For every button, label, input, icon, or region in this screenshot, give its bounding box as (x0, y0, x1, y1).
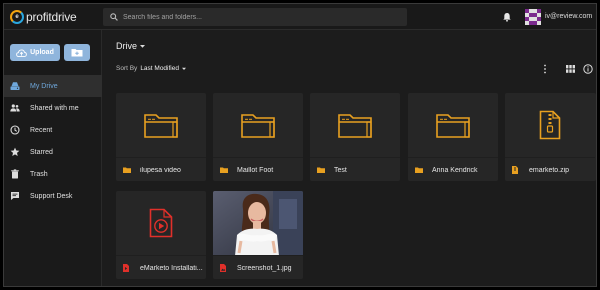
file-name: eMarketo Installati... (140, 264, 203, 272)
sort-prefix: Sort By (116, 65, 138, 72)
card-footer: emarketo.zip (505, 159, 595, 181)
folder-plus-icon (71, 49, 83, 57)
sidebar-item-my-drive[interactable]: My Drive (4, 75, 102, 97)
sidebar-item-label: Starred (30, 148, 53, 156)
more-options-button[interactable] (540, 64, 550, 74)
file-name: ilupesa video (140, 166, 181, 174)
search-bar[interactable] (103, 8, 407, 26)
info-button[interactable] (583, 64, 593, 74)
file-name: Screenshot_1.jpg (237, 264, 292, 272)
drive-icon (10, 81, 20, 91)
grid-view-icon (565, 65, 575, 73)
video-thumbnail (116, 191, 206, 256)
bell-icon[interactable] (502, 12, 512, 22)
sidebar-item-support-desk[interactable]: Support Desk (4, 185, 102, 207)
file-name: Test (334, 166, 347, 174)
zip-file-card[interactable]: emarketo.zip (505, 93, 596, 181)
folder-card[interactable]: Maillot Foot (213, 93, 303, 181)
logo-mark-letter: e (15, 14, 19, 20)
video-file-card[interactable]: eMarketo Installati... (116, 191, 206, 279)
info-icon (583, 64, 593, 74)
logo-mark: e (10, 10, 24, 24)
sidebar-item-starred[interactable]: Starred (4, 141, 102, 163)
search-icon (110, 13, 118, 21)
folder-card[interactable]: Anna Kendrick (408, 93, 498, 181)
sort-control[interactable]: Sort By Last Modified (116, 65, 187, 72)
folder-small-icon (220, 166, 228, 174)
new-folder-button[interactable] (64, 44, 90, 61)
logo-text-a: profit (26, 10, 52, 24)
sidebar-nav: My Drive Shared with me Recent Starred T… (4, 75, 102, 207)
card-footer: eMarketo Installati... (116, 257, 206, 279)
card-footer: Anna Kendrick (408, 159, 498, 181)
top-bar: e profitdrive iv@review.com (4, 4, 596, 30)
image-small-icon (220, 264, 228, 272)
folder-icon (338, 114, 372, 138)
folder-card[interactable]: ilupesa video (116, 93, 206, 181)
folder-icon (436, 114, 470, 138)
folder-small-icon (415, 166, 423, 174)
cloud-upload-icon (16, 48, 27, 57)
upload-button[interactable]: Upload (10, 44, 60, 61)
logo-text-b: drive (51, 10, 77, 24)
sidebar-item-label: My Drive (30, 82, 58, 90)
card-footer: Screenshot_1.jpg (213, 257, 303, 279)
card-footer: Test (310, 159, 400, 181)
video-file-icon (149, 208, 173, 238)
image-file-card[interactable]: Screenshot_1.jpg (213, 191, 303, 279)
folder-small-icon (317, 166, 325, 174)
file-name: emarketo.zip (529, 166, 570, 174)
avatar[interactable] (525, 9, 541, 25)
sidebar-item-label: Recent (30, 126, 53, 134)
upload-label: Upload (30, 49, 54, 56)
sidebar: Upload My Drive Shared with me Recent St… (4, 30, 102, 286)
image-preview (213, 191, 303, 256)
grid-view-button[interactable] (565, 64, 575, 74)
folder-thumbnail (408, 93, 498, 158)
video-small-icon (123, 264, 131, 272)
more-vertical-icon (544, 64, 546, 74)
zip-small-icon (512, 166, 520, 174)
star-icon (10, 147, 20, 157)
folder-icon (144, 114, 178, 138)
card-footer: ilupesa video (116, 159, 206, 181)
sidebar-item-shared[interactable]: Shared with me (4, 97, 102, 119)
folder-thumbnail (213, 93, 303, 158)
caret-down-icon (140, 44, 146, 48)
card-footer: Maillot Foot (213, 159, 303, 181)
folder-card[interactable]: Test (310, 93, 400, 181)
trash-icon (10, 169, 20, 179)
file-name: Anna Kendrick (432, 166, 478, 174)
sidebar-item-trash[interactable]: Trash (4, 163, 102, 185)
folder-small-icon (123, 166, 131, 174)
logo[interactable]: e profitdrive (10, 7, 77, 27)
caret-down-icon (181, 67, 186, 70)
people-icon (10, 103, 20, 113)
folder-thumbnail (116, 93, 206, 158)
page-title: Drive (116, 41, 138, 51)
folder-thumbnail (310, 93, 400, 158)
app-window: e profitdrive iv@review.com Upload (3, 3, 597, 287)
file-name: Maillot Foot (237, 166, 274, 174)
sort-value: Last Modified (140, 65, 179, 72)
photo-thumbnail (213, 191, 303, 255)
sidebar-item-label: Trash (30, 170, 48, 178)
zip-thumbnail (505, 93, 595, 158)
user-email[interactable]: iv@review.com (545, 13, 592, 20)
sidebar-item-label: Shared with me (30, 104, 79, 112)
drive-dropdown[interactable]: Drive (116, 41, 146, 51)
search-input[interactable] (123, 13, 383, 21)
chat-icon (10, 191, 20, 201)
sidebar-item-recent[interactable]: Recent (4, 119, 102, 141)
clock-icon (10, 125, 20, 135)
logo-text: profitdrive (26, 10, 77, 24)
folder-icon (241, 114, 275, 138)
zip-file-icon (539, 110, 561, 140)
sidebar-item-label: Support Desk (30, 192, 73, 200)
